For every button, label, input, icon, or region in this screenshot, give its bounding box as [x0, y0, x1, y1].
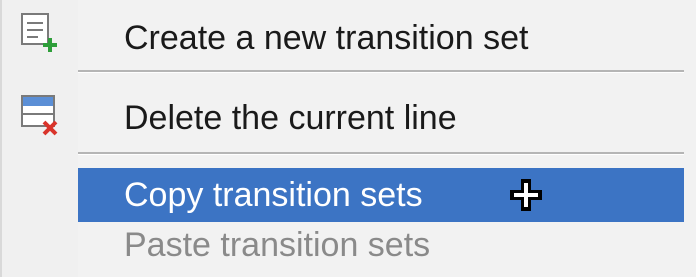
menu-item-label: Create a new transition set — [124, 18, 529, 57]
add-transition-icon — [21, 13, 57, 52]
menu-item-label: Copy transition sets — [124, 175, 423, 214]
crosshair-cursor-icon — [510, 179, 542, 211]
context-menu: Create a new transition set Delete the c… — [0, 0, 696, 277]
menu-item-label: Paste transition sets — [124, 225, 431, 264]
menu-item-copy-transition-sets[interactable]: Copy transition sets — [78, 168, 684, 222]
menu-item-delete-current-line[interactable]: Delete the current line — [78, 88, 684, 148]
menu-item-label: Delete the current line — [124, 98, 457, 137]
menu-item-paste-transition-sets[interactable]: Paste transition sets — [78, 218, 684, 272]
menu-item-create-transition-set[interactable]: Create a new transition set — [78, 8, 684, 68]
menu-separator — [78, 152, 684, 155]
delete-line-icon — [21, 95, 58, 136]
menu-separator — [78, 70, 684, 73]
